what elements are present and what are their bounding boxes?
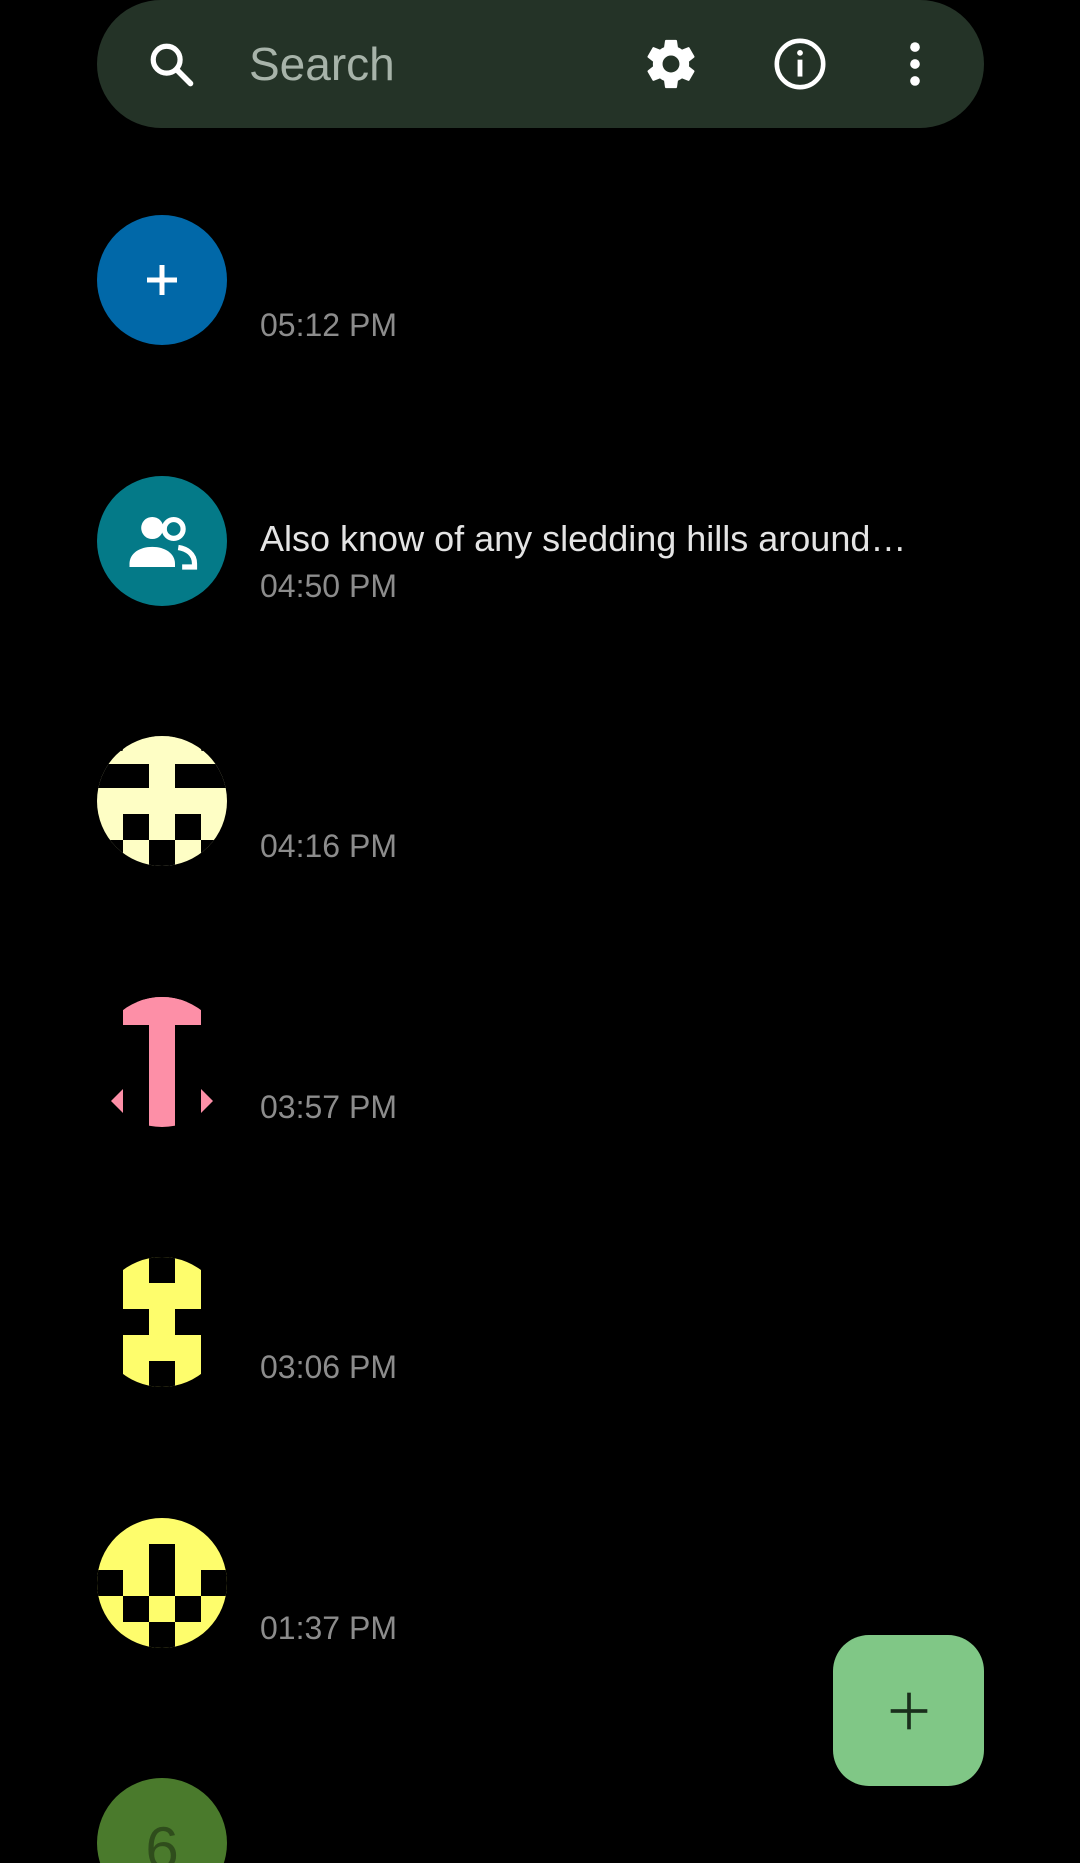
info-button[interactable] [769,33,831,95]
identicon-avatar [97,997,227,1127]
message-snippet: Also know of any sledding hills around… [260,518,907,559]
more-options-button[interactable] [884,33,946,95]
avatar [97,997,227,1127]
message-time: 05:12 PM [260,307,397,343]
message-time: 04:16 PM [260,828,397,864]
avatar [97,215,227,345]
avatar [97,1257,227,1387]
message-time: 04:50 PM [260,568,397,604]
conversation-item[interactable]: Also know of any sledding hills around… … [97,476,997,616]
group-icon [129,516,198,570]
search-input[interactable]: Search [249,34,395,94]
add-person-icon [147,265,177,295]
messages-screen: Search 05:12 PM Also know of any sleddin… [0,0,1080,1863]
identicon-avatar [97,1257,227,1387]
info-icon [774,38,826,90]
settings-button[interactable] [640,33,702,95]
gear-icon [647,39,695,89]
message-time: 03:06 PM [260,1349,397,1385]
plus-icon [890,1692,927,1729]
search-bar[interactable]: Search [97,0,984,128]
more-vert-icon [910,42,920,86]
search-icon[interactable] [145,38,197,90]
conversation-item[interactable]: 05:12 PM [97,215,997,355]
avatar[interactable]: 6 [97,1778,227,1863]
avatar [97,736,227,866]
avatar [97,476,227,606]
avatar-letter: 6 [145,1815,179,1863]
identicon-avatar [97,1518,227,1648]
conversation-item[interactable]: 03:57 PM [97,997,997,1137]
new-conversation-button[interactable] [833,1635,984,1786]
conversation-item[interactable]: 03:06 PM [97,1257,997,1397]
avatar [97,1518,227,1648]
message-time: 01:37 PM [260,1610,397,1646]
message-time: 03:57 PM [260,1089,397,1125]
identicon-avatar [97,736,227,866]
conversation-item[interactable]: 04:16 PM [97,736,997,876]
